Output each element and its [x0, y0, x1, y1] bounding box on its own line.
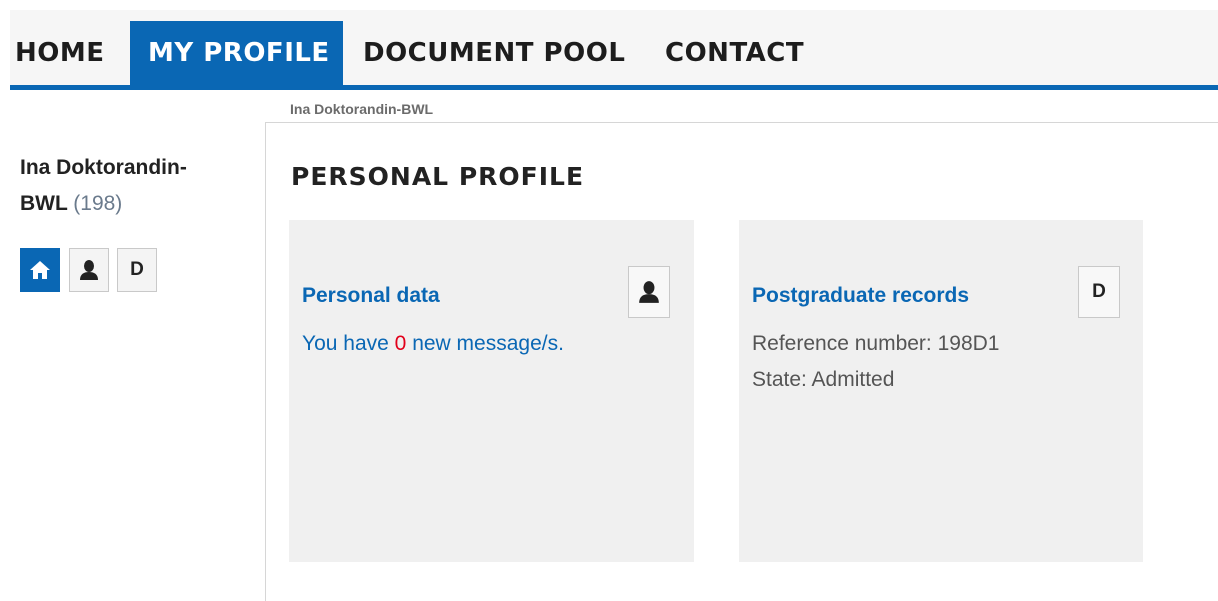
sidebar-profile-button[interactable] [69, 248, 109, 292]
sidebar-home-button[interactable] [20, 248, 60, 292]
messages-count[interactable]: 0 [395, 332, 407, 355]
personal-data-button[interactable] [628, 266, 670, 318]
personal-data-card: Personal data You have 0 new message/s. [289, 220, 694, 562]
sidebar-user-name: Ina Doktorandin- BWL (198) [20, 150, 220, 222]
page-title: PERSONAL PROFILE [291, 162, 585, 191]
home-icon [30, 261, 50, 279]
messages-suffix: new message/s. [412, 332, 564, 355]
postgraduate-records-link[interactable]: Postgraduate records [752, 284, 969, 308]
messages-text: You have 0 new message/s. [302, 332, 564, 356]
postgraduate-records-button[interactable]: D [1078, 266, 1120, 318]
nav-home[interactable]: HOME [15, 21, 105, 85]
user-name-line1: Ina Doktorandin- [20, 156, 187, 179]
nav-contact[interactable]: CONTACT [665, 21, 804, 85]
messages-prefix: You have [302, 332, 389, 355]
main-navigation: HOME MY PROFILE DOCUMENT POOL CONTACT [10, 10, 1218, 90]
sidebar-d-button[interactable]: D [117, 248, 157, 292]
nav-document-pool[interactable]: DOCUMENT POOL [363, 21, 625, 85]
personal-data-link[interactable]: Personal data [302, 284, 440, 308]
reference-number: Reference number: 198D1 [752, 332, 1000, 355]
user-name-line2: BWL [20, 192, 68, 215]
user-icon [80, 260, 98, 280]
user-icon [639, 281, 659, 303]
user-id-count: (198) [73, 192, 123, 215]
postgraduate-records-card: Postgraduate records D Reference number:… [739, 220, 1143, 562]
nav-my-profile[interactable]: MY PROFILE [130, 21, 343, 85]
breadcrumb: Ina Doktorandin-BWL [290, 101, 434, 117]
record-state: State: Admitted [752, 368, 895, 391]
